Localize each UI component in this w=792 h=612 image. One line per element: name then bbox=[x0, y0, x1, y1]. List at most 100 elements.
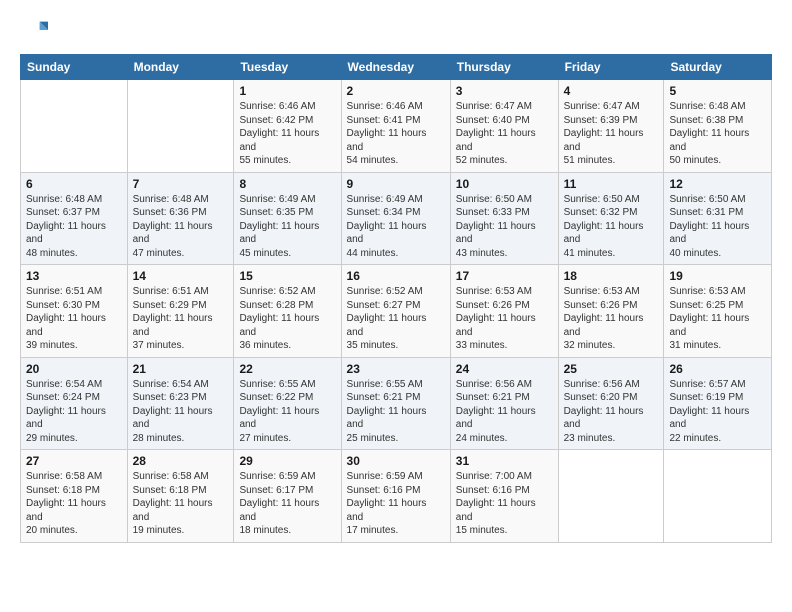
calendar-cell bbox=[558, 450, 664, 543]
day-info: Sunrise: 6:48 AMSunset: 6:38 PMDaylight:… bbox=[669, 100, 766, 168]
calendar-cell: 16 Sunrise: 6:52 AMSunset: 6:27 PMDayligh… bbox=[341, 265, 450, 358]
calendar-cell: 23 Sunrise: 6:55 AMSunset: 6:21 PMDayligh… bbox=[341, 357, 450, 450]
day-number: 14 bbox=[133, 269, 229, 283]
day-info: Sunrise: 6:59 AMSunset: 6:16 PMDaylight:… bbox=[347, 470, 445, 538]
day-number: 19 bbox=[669, 269, 766, 283]
day-info: Sunrise: 6:47 AMSunset: 6:40 PMDaylight:… bbox=[456, 100, 553, 168]
day-number: 8 bbox=[239, 177, 335, 191]
calendar-cell: 7 Sunrise: 6:48 AMSunset: 6:36 PMDaylight… bbox=[127, 172, 234, 265]
day-number: 10 bbox=[456, 177, 553, 191]
day-info: Sunrise: 6:52 AMSunset: 6:28 PMDaylight:… bbox=[239, 285, 335, 353]
day-number: 13 bbox=[26, 269, 122, 283]
logo-icon bbox=[20, 16, 48, 44]
day-number: 30 bbox=[347, 454, 445, 468]
calendar-week-row: 13 Sunrise: 6:51 AMSunset: 6:30 PMDayligh… bbox=[21, 265, 772, 358]
day-number: 6 bbox=[26, 177, 122, 191]
logo bbox=[20, 16, 52, 44]
day-number: 5 bbox=[669, 84, 766, 98]
calendar-day-header: Sunday bbox=[21, 55, 128, 80]
calendar-week-row: 20 Sunrise: 6:54 AMSunset: 6:24 PMDayligh… bbox=[21, 357, 772, 450]
day-info: Sunrise: 6:56 AMSunset: 6:21 PMDaylight:… bbox=[456, 378, 553, 446]
day-number: 4 bbox=[564, 84, 659, 98]
calendar-cell: 1Sunrise: 6:46 AMSunset: 6:42 PMDaylight… bbox=[234, 80, 341, 173]
day-info: Sunrise: 6:54 AMSunset: 6:24 PMDaylight:… bbox=[26, 378, 122, 446]
day-number: 26 bbox=[669, 362, 766, 376]
calendar-day-header: Thursday bbox=[450, 55, 558, 80]
day-info: Sunrise: 6:51 AMSunset: 6:29 PMDaylight:… bbox=[133, 285, 229, 353]
day-info: Sunrise: 6:55 AMSunset: 6:22 PMDaylight:… bbox=[239, 378, 335, 446]
day-info: Sunrise: 6:53 AMSunset: 6:26 PMDaylight:… bbox=[564, 285, 659, 353]
calendar-week-row: 1Sunrise: 6:46 AMSunset: 6:42 PMDaylight… bbox=[21, 80, 772, 173]
calendar-cell: 5 Sunrise: 6:48 AMSunset: 6:38 PMDaylight… bbox=[664, 80, 772, 173]
calendar-cell: 30 Sunrise: 6:59 AMSunset: 6:16 PMDayligh… bbox=[341, 450, 450, 543]
calendar-cell: 17Sunrise: 6:53 AMSunset: 6:26 PMDayligh… bbox=[450, 265, 558, 358]
day-info: Sunrise: 6:58 AMSunset: 6:18 PMDaylight:… bbox=[26, 470, 122, 538]
calendar-cell: 29Sunrise: 6:59 AMSunset: 6:17 PMDayligh… bbox=[234, 450, 341, 543]
day-info: Sunrise: 6:56 AMSunset: 6:20 PMDaylight:… bbox=[564, 378, 659, 446]
calendar-cell: 4Sunrise: 6:47 AMSunset: 6:39 PMDaylight… bbox=[558, 80, 664, 173]
day-number: 11 bbox=[564, 177, 659, 191]
day-info: Sunrise: 6:54 AMSunset: 6:23 PMDaylight:… bbox=[133, 378, 229, 446]
calendar-table: SundayMondayTuesdayWednesdayThursdayFrid… bbox=[20, 54, 772, 543]
day-number: 7 bbox=[133, 177, 229, 191]
day-info: Sunrise: 6:46 AMSunset: 6:42 PMDaylight:… bbox=[239, 100, 335, 168]
day-info: Sunrise: 6:55 AMSunset: 6:21 PMDaylight:… bbox=[347, 378, 445, 446]
calendar-cell: 11 Sunrise: 6:50 AMSunset: 6:32 PMDayligh… bbox=[558, 172, 664, 265]
header bbox=[20, 16, 772, 44]
calendar-day-header: Monday bbox=[127, 55, 234, 80]
calendar-day-header: Wednesday bbox=[341, 55, 450, 80]
calendar-cell: 14 Sunrise: 6:51 AMSunset: 6:29 PMDayligh… bbox=[127, 265, 234, 358]
day-number: 9 bbox=[347, 177, 445, 191]
day-info: Sunrise: 6:50 AMSunset: 6:31 PMDaylight:… bbox=[669, 193, 766, 261]
day-number: 23 bbox=[347, 362, 445, 376]
calendar-week-row: 6 Sunrise: 6:48 AMSunset: 6:37 PMDaylight… bbox=[21, 172, 772, 265]
page: SundayMondayTuesdayWednesdayThursdayFrid… bbox=[0, 0, 792, 612]
calendar-cell: 12 Sunrise: 6:50 AMSunset: 6:31 PMDayligh… bbox=[664, 172, 772, 265]
calendar-header-row: SundayMondayTuesdayWednesdayThursdayFrid… bbox=[21, 55, 772, 80]
calendar-day-header: Friday bbox=[558, 55, 664, 80]
calendar-cell: 27 Sunrise: 6:58 AMSunset: 6:18 PMDayligh… bbox=[21, 450, 128, 543]
day-info: Sunrise: 6:50 AMSunset: 6:33 PMDaylight:… bbox=[456, 193, 553, 261]
day-info: Sunrise: 6:48 AMSunset: 6:37 PMDaylight:… bbox=[26, 193, 122, 261]
day-info: Sunrise: 6:49 AMSunset: 6:35 PMDaylight:… bbox=[239, 193, 335, 261]
calendar-cell: 9 Sunrise: 6:49 AMSunset: 6:34 PMDaylight… bbox=[341, 172, 450, 265]
calendar-cell: 21 Sunrise: 6:54 AMSunset: 6:23 PMDayligh… bbox=[127, 357, 234, 450]
calendar-cell: 25 Sunrise: 6:56 AMSunset: 6:20 PMDayligh… bbox=[558, 357, 664, 450]
day-number: 27 bbox=[26, 454, 122, 468]
calendar-cell: 10 Sunrise: 6:50 AMSunset: 6:33 PMDayligh… bbox=[450, 172, 558, 265]
calendar-cell: 8 Sunrise: 6:49 AMSunset: 6:35 PMDaylight… bbox=[234, 172, 341, 265]
calendar-week-row: 27 Sunrise: 6:58 AMSunset: 6:18 PMDayligh… bbox=[21, 450, 772, 543]
calendar-cell: 13 Sunrise: 6:51 AMSunset: 6:30 PMDayligh… bbox=[21, 265, 128, 358]
day-info: Sunrise: 6:52 AMSunset: 6:27 PMDaylight:… bbox=[347, 285, 445, 353]
calendar-cell: 15 Sunrise: 6:52 AMSunset: 6:28 PMDayligh… bbox=[234, 265, 341, 358]
day-number: 31 bbox=[456, 454, 553, 468]
calendar-cell bbox=[127, 80, 234, 173]
calendar-cell: 28Sunrise: 6:58 AMSunset: 6:18 PMDayligh… bbox=[127, 450, 234, 543]
calendar-cell: 24 Sunrise: 6:56 AMSunset: 6:21 PMDayligh… bbox=[450, 357, 558, 450]
calendar-cell: 19Sunrise: 6:53 AMSunset: 6:25 PMDayligh… bbox=[664, 265, 772, 358]
day-number: 20 bbox=[26, 362, 122, 376]
day-info: Sunrise: 6:46 AMSunset: 6:41 PMDaylight:… bbox=[347, 100, 445, 168]
day-number: 15 bbox=[239, 269, 335, 283]
day-info: Sunrise: 6:49 AMSunset: 6:34 PMDaylight:… bbox=[347, 193, 445, 261]
day-number: 12 bbox=[669, 177, 766, 191]
day-number: 25 bbox=[564, 362, 659, 376]
calendar-cell: 3 Sunrise: 6:47 AMSunset: 6:40 PMDaylight… bbox=[450, 80, 558, 173]
day-info: Sunrise: 6:50 AMSunset: 6:32 PMDaylight:… bbox=[564, 193, 659, 261]
day-info: Sunrise: 6:48 AMSunset: 6:36 PMDaylight:… bbox=[133, 193, 229, 261]
day-info: Sunrise: 6:51 AMSunset: 6:30 PMDaylight:… bbox=[26, 285, 122, 353]
day-number: 28 bbox=[133, 454, 229, 468]
calendar-day-header: Saturday bbox=[664, 55, 772, 80]
calendar-cell: 26Sunrise: 6:57 AMSunset: 6:19 PMDayligh… bbox=[664, 357, 772, 450]
day-info: Sunrise: 7:00 AMSunset: 6:16 PMDaylight:… bbox=[456, 470, 553, 538]
calendar-cell bbox=[664, 450, 772, 543]
day-info: Sunrise: 6:53 AMSunset: 6:26 PMDaylight:… bbox=[456, 285, 553, 353]
day-number: 22 bbox=[239, 362, 335, 376]
day-number: 16 bbox=[347, 269, 445, 283]
calendar-cell: 2 Sunrise: 6:46 AMSunset: 6:41 PMDaylight… bbox=[341, 80, 450, 173]
calendar-cell: 18Sunrise: 6:53 AMSunset: 6:26 PMDayligh… bbox=[558, 265, 664, 358]
day-number: 24 bbox=[456, 362, 553, 376]
day-number: 21 bbox=[133, 362, 229, 376]
day-number: 2 bbox=[347, 84, 445, 98]
day-number: 3 bbox=[456, 84, 553, 98]
